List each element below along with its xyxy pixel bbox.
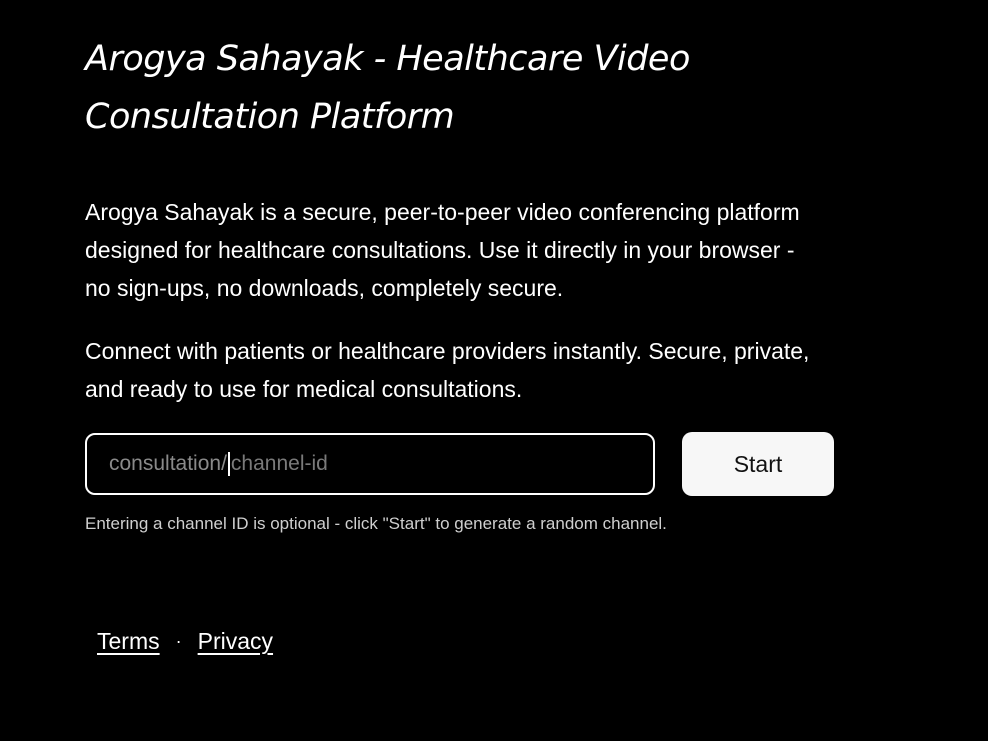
privacy-link[interactable]: Privacy: [198, 628, 273, 655]
footer-separator: ·: [175, 631, 182, 651]
text-caret: [227, 452, 230, 476]
page-title: Arogya Sahayak - Healthcare Video Consul…: [85, 39, 690, 137]
intro-paragraph-secondary: Connect with patients or healthcare prov…: [85, 338, 810, 402]
footer: Terms · Privacy: [97, 628, 273, 655]
intro-paragraph: Arogya Sahayak is a secure, peer-to-peer…: [85, 199, 800, 301]
channel-hint: Entering a channel ID is optional - clic…: [85, 514, 667, 533]
channel-placeholder: channel-id: [230, 452, 328, 475]
channel-id-input[interactable]: consultation/ channel-id: [85, 433, 655, 495]
main-container: Arogya Sahayak - Healthcare Video Consul…: [85, 30, 845, 533]
channel-prefix: consultation/: [109, 452, 227, 475]
channel-form: consultation/ channel-id Start: [85, 432, 834, 496]
start-button[interactable]: Start: [682, 432, 834, 496]
terms-link[interactable]: Terms: [97, 628, 160, 655]
